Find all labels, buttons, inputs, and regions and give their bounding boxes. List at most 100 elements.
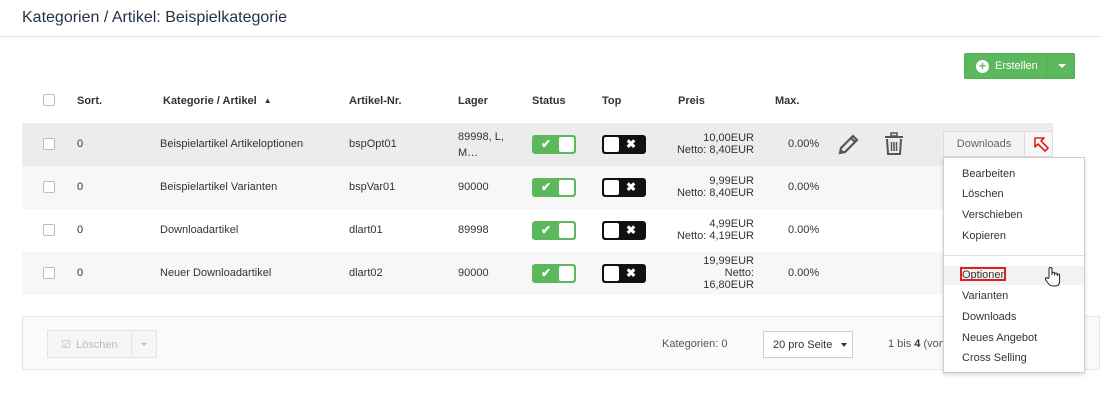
pencil-icon[interactable] [837, 132, 861, 159]
row-price-net: Netto: 4,19EUR [676, 230, 754, 242]
menu-item-new-offer[interactable]: Neues Angebot [962, 332, 1037, 344]
column-header-top[interactable]: Top [602, 95, 621, 107]
check-icon: ✔ [541, 266, 552, 280]
row-max: 0.00% [788, 267, 820, 279]
create-dropdown-toggle[interactable] [1046, 54, 1076, 78]
toggle-knob [559, 266, 574, 281]
per-page-value: 20 pro Seite [773, 339, 833, 351]
table-footer: ☑ Löschen Kategorien: 0 20 pro Seite 1 b… [22, 316, 1100, 370]
column-header-sort[interactable]: Sort. [77, 95, 102, 107]
toggle-knob [604, 180, 619, 195]
table-row[interactable]: 0 Beispielartikel Artikeloptionen bspOpt… [22, 123, 1053, 166]
column-header-max[interactable]: Max. [775, 95, 799, 107]
options-highlight [960, 267, 1006, 281]
row-price: 4,99EUR Netto: 4,19EUR [662, 218, 754, 242]
row-name[interactable]: Beispielartikel Artikeloptionen [160, 138, 303, 150]
menu-item-delete[interactable]: Löschen [962, 188, 1004, 200]
row-price-net: Netto: 8,40EUR [676, 187, 754, 199]
menu-divider [944, 255, 1084, 256]
row-checkbox[interactable] [43, 138, 55, 150]
row-name[interactable]: Beispielartikel Varianten [160, 181, 277, 193]
table-row[interactable]: 0 Beispielartikel Varianten bspVar01 900… [22, 166, 1053, 209]
row-price-net: Netto: 8,40EUR [676, 144, 754, 156]
status-toggle[interactable]: ✔ [532, 135, 576, 154]
x-icon: ✖ [626, 223, 637, 237]
row-max: 0.00% [788, 138, 820, 150]
row-max: 0.00% [788, 224, 820, 236]
column-header-stock[interactable]: Lager [458, 95, 488, 107]
row-name[interactable]: Downloadartikel [160, 224, 238, 236]
row-price-gross: 19,99EUR [703, 255, 754, 267]
menu-item-variants[interactable]: Varianten [962, 290, 1008, 302]
toggle-knob [604, 223, 619, 238]
row-sort: 0 [77, 181, 84, 193]
pagination-prefix: 1 bis [888, 338, 915, 350]
menu-item-edit[interactable]: Bearbeiten [962, 168, 1015, 180]
row-price-net: Netto: [724, 267, 754, 279]
column-header-status[interactable]: Status [532, 95, 566, 107]
row-artnr: bspVar01 [349, 181, 396, 193]
caret-down-icon [141, 343, 147, 346]
status-toggle[interactable]: ✔ [532, 221, 576, 240]
row-actions-toggle[interactable] [1024, 131, 1053, 157]
bulk-actions-toggle[interactable] [131, 330, 157, 358]
row-stock-line1: 89998, L, [458, 131, 504, 143]
x-icon: ✖ [626, 266, 637, 280]
menu-item-move[interactable]: Verschieben [962, 209, 1023, 221]
create-button[interactable]: + Erstellen [964, 53, 1075, 79]
page-header: Kategorien / Artikel: Beispielkategorie [0, 0, 1100, 37]
row-sort: 0 [77, 267, 84, 279]
table-row[interactable]: 0 Downloadartikel dlart01 89998 ✔ ✖ 4,99… [22, 209, 1053, 252]
arrow-pointer-icon [1034, 137, 1049, 152]
top-toggle[interactable]: ✖ [602, 221, 646, 240]
row-price-net-value: 16,80EUR [703, 279, 754, 291]
sort-asc-icon: ▲ [263, 96, 272, 105]
row-name[interactable]: Neuer Downloadartikel [160, 267, 271, 279]
trash-icon[interactable] [883, 132, 905, 159]
toggle-knob [559, 223, 574, 238]
x-icon: ✖ [626, 180, 637, 194]
row-stock: 90000 [458, 267, 489, 279]
menu-item-cross-selling[interactable]: Cross Selling [962, 352, 1027, 364]
toggle-knob [604, 266, 619, 281]
row-checkbox[interactable] [43, 267, 55, 279]
row-stock: 89998, L, M… [458, 129, 504, 161]
column-header-name[interactable]: Kategorie / Artikel ▲ [163, 95, 272, 107]
downloads-button[interactable]: Downloads [943, 131, 1025, 157]
top-toggle[interactable]: ✖ [602, 178, 646, 197]
hand-cursor-icon [1044, 266, 1061, 287]
toggle-knob [604, 137, 619, 152]
menu-item-downloads[interactable]: Downloads [962, 311, 1016, 323]
top-toggle[interactable]: ✖ [602, 135, 646, 154]
check-icon: ✔ [541, 223, 552, 237]
create-button-label: Erstellen [995, 60, 1038, 72]
toggle-knob [559, 137, 574, 152]
row-actions-dropdown: Bearbeiten Löschen Verschieben Kopieren … [943, 157, 1085, 373]
status-toggle[interactable]: ✔ [532, 264, 576, 283]
row-max: 0.00% [788, 181, 820, 193]
row-artnr: dlart02 [349, 267, 383, 279]
check-icon: ✔ [541, 137, 552, 151]
status-toggle[interactable]: ✔ [532, 178, 576, 197]
menu-item-copy[interactable]: Kopieren [962, 230, 1006, 242]
row-checkbox[interactable] [43, 224, 55, 236]
row-artnr: dlart01 [349, 224, 383, 236]
per-page-select[interactable]: 20 pro Seite [763, 331, 853, 358]
row-artnr: bspOpt01 [349, 138, 397, 150]
select-all-checkbox[interactable] [43, 94, 55, 106]
table-row[interactable]: 0 Neuer Downloadartikel dlart02 90000 ✔ … [22, 252, 1053, 295]
top-toggle[interactable]: ✖ [602, 264, 646, 283]
column-header-artnr[interactable]: Artikel-Nr. [349, 95, 402, 107]
caret-down-icon [841, 343, 847, 347]
pagination-info: 1 bis 4 (von [888, 338, 945, 350]
row-stock-line2: M… [458, 147, 479, 159]
categories-count: Kategorien: 0 [662, 338, 728, 350]
x-icon: ✖ [626, 137, 637, 151]
row-checkbox[interactable] [43, 181, 55, 193]
pagination-suffix: (von [920, 338, 945, 350]
check-icon: ✔ [541, 180, 552, 194]
row-price: 9,99EUR Netto: 8,40EUR [662, 175, 754, 199]
bulk-delete-button[interactable]: ☑ Löschen [47, 330, 132, 358]
row-stock: 89998 [458, 224, 489, 236]
column-header-price[interactable]: Preis [678, 95, 705, 107]
